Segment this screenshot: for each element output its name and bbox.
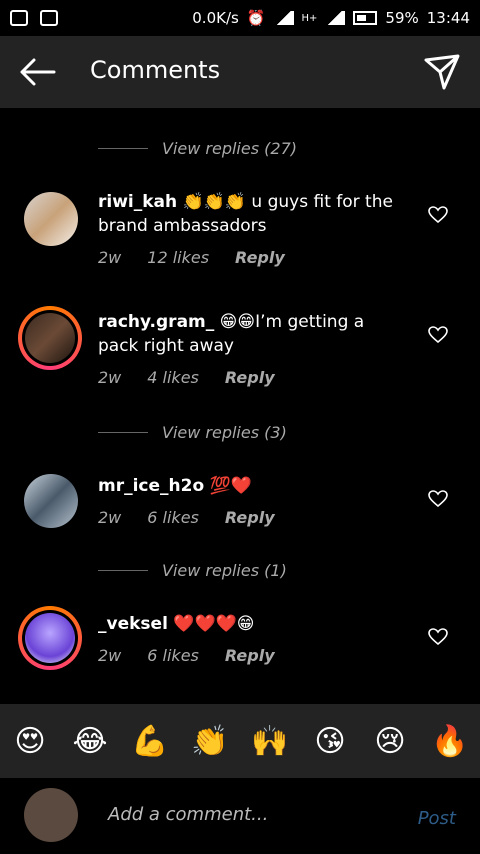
app-notification-icon xyxy=(10,10,28,26)
view-replies-button[interactable]: View replies (3) xyxy=(98,420,287,444)
avatar[interactable] xyxy=(24,192,78,246)
likes-count[interactable]: 6 likes xyxy=(147,508,199,527)
comment-meta: 2w 12 likes Reply xyxy=(98,248,285,267)
emoji-quick-bar: 😍 😂 💪 👏 🙌 😘 😢 🔥 xyxy=(0,704,480,778)
page-title: Comments xyxy=(90,56,221,84)
like-heart-icon[interactable] xyxy=(428,490,448,508)
avatar[interactable] xyxy=(24,474,78,528)
like-heart-icon[interactable] xyxy=(428,206,448,224)
signal-icon xyxy=(273,11,294,25)
story-ring[interactable] xyxy=(18,606,82,670)
likes-count[interactable]: 6 likes xyxy=(147,646,199,665)
username[interactable]: _veksel xyxy=(98,614,168,634)
comment-time: 2w xyxy=(98,646,122,665)
clapping-hands-emoji-icon[interactable]: 👏 xyxy=(190,721,230,761)
kissing-face-emoji-icon[interactable]: 😘 xyxy=(310,721,350,761)
comment-meta: 2w 4 likes Reply xyxy=(98,368,275,387)
username[interactable]: rachy.gram_ xyxy=(98,312,214,332)
story-ring[interactable] xyxy=(18,306,82,370)
comment-input[interactable]: Add a comment... xyxy=(108,804,268,825)
comment-meta: 2w 6 likes Reply xyxy=(98,508,275,527)
comment-time: 2w xyxy=(98,368,122,387)
heart-eyes-emoji-icon[interactable]: 😍 xyxy=(10,721,50,761)
fire-emoji-icon[interactable]: 🔥 xyxy=(430,721,470,761)
username[interactable]: riwi_kah xyxy=(98,192,177,212)
likes-count[interactable]: 4 likes xyxy=(147,368,199,387)
post-button[interactable]: Post xyxy=(418,808,456,829)
comment-body: 💯❤️ xyxy=(204,476,252,496)
view-replies-button[interactable]: View replies (1) xyxy=(98,558,287,582)
comment-composer: Add a comment... Post xyxy=(0,778,480,854)
raising-hands-emoji-icon[interactable]: 🙌 xyxy=(250,721,290,761)
username[interactable]: mr_ice_h2o xyxy=(98,476,204,496)
reply-button[interactable]: Reply xyxy=(235,248,285,267)
divider-line xyxy=(98,431,148,433)
like-heart-icon[interactable] xyxy=(428,326,448,344)
comment-text: riwi_kah 👏👏👏 u guys fit for the brand am… xyxy=(98,190,398,238)
alarm-icon: ⏰ xyxy=(246,9,266,27)
comment-text: mr_ice_h2o 💯❤️ xyxy=(98,474,398,498)
view-replies-label: View replies (3) xyxy=(162,422,287,442)
view-replies-button[interactable]: View replies (27) xyxy=(98,136,297,160)
image-notification-icon xyxy=(40,10,58,26)
view-replies-label: View replies (27) xyxy=(162,138,297,158)
comment-text: _veksel ❤️❤️❤️😁 xyxy=(98,612,398,636)
comment-text: rachy.gram_ 😁😁I’m getting a pack right a… xyxy=(98,310,398,358)
back-arrow-icon[interactable] xyxy=(18,54,58,90)
battery-icon xyxy=(353,11,378,25)
view-replies-label: View replies (1) xyxy=(162,560,287,580)
header: Comments xyxy=(0,36,480,108)
sad-face-emoji-icon[interactable]: 😢 xyxy=(370,721,410,761)
comment-meta: 2w 6 likes Reply xyxy=(98,646,275,665)
comment-time: 2w xyxy=(98,508,122,527)
send-icon[interactable] xyxy=(422,52,462,92)
network-type: H+ xyxy=(301,12,318,24)
flexed-biceps-emoji-icon[interactable]: 💪 xyxy=(130,721,170,761)
avatar xyxy=(24,788,78,842)
reply-button[interactable]: Reply xyxy=(225,368,275,387)
comment-body: ❤️❤️❤️😁 xyxy=(167,614,255,634)
signal-icon-2 xyxy=(325,11,346,25)
reply-button[interactable]: Reply xyxy=(225,646,275,665)
avatar xyxy=(25,613,75,663)
avatar xyxy=(25,313,75,363)
reply-button[interactable]: Reply xyxy=(225,508,275,527)
status-bar: 0.0K/s ⏰ H+ 59% 13:44 xyxy=(0,0,480,36)
tears-of-joy-emoji-icon[interactable]: 😂 xyxy=(70,721,110,761)
divider-line xyxy=(98,147,148,149)
battery-level: 59% xyxy=(385,9,419,27)
like-heart-icon[interactable] xyxy=(428,628,448,646)
clock: 13:44 xyxy=(426,9,470,27)
likes-count[interactable]: 12 likes xyxy=(147,248,209,267)
network-speed: 0.0K/s xyxy=(192,9,239,27)
divider-line xyxy=(98,569,148,571)
comment-time: 2w xyxy=(98,248,122,267)
